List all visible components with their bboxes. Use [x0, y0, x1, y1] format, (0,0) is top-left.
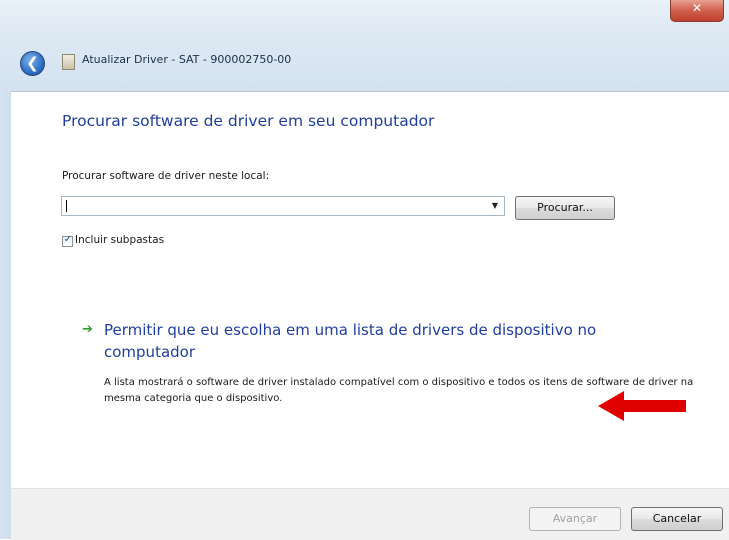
content-area	[11, 92, 729, 488]
location-label: Procurar software de driver neste local:	[62, 170, 270, 182]
driver-icon	[62, 54, 75, 70]
footer-bar	[11, 488, 729, 540]
next-button[interactable]: Avançar	[529, 507, 621, 531]
driver-path-combobox[interactable]: ▼	[61, 196, 505, 216]
checkmark-icon: ✓	[63, 234, 73, 245]
text-caret	[66, 200, 67, 212]
title-bar	[0, 0, 729, 92]
window-title: Atualizar Driver - SAT - 900002750-00	[82, 53, 292, 66]
page-title: Procurar software de driver em seu compu…	[62, 112, 435, 130]
red-arrow-icon	[598, 391, 686, 421]
back-button[interactable]: ❮	[20, 51, 45, 76]
include-subfolders-checkbox[interactable]: ✓	[62, 234, 73, 247]
include-subfolders-label[interactable]: Incluir subpastas	[75, 234, 164, 246]
window-left-border	[0, 91, 11, 539]
chevron-down-icon[interactable]: ▼	[486, 197, 504, 215]
driver-update-window: ✕ ❮ Atualizar Driver - SAT - 900002750-0…	[0, 0, 729, 540]
choose-from-list-link[interactable]: Permitir que eu escolha em uma lista de …	[104, 319, 664, 363]
close-button[interactable]: ✕	[670, 0, 724, 22]
browse-button[interactable]: Procurar...	[515, 196, 615, 220]
green-arrow-icon: ➔	[82, 322, 93, 337]
driver-path-input[interactable]	[66, 199, 466, 213]
back-arrow-icon: ❮	[26, 54, 39, 72]
cancel-button[interactable]: Cancelar	[631, 507, 723, 531]
close-icon: ✕	[691, 1, 703, 15]
